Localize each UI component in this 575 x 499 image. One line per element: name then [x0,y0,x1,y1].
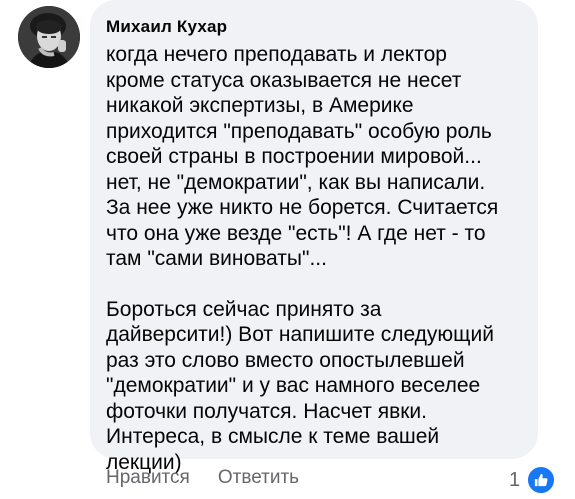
comment-author[interactable]: Михаил Кухар [106,16,522,38]
reaction-count: 1 [509,468,521,491]
comment: Михаил Кухар когда нечего преподавать и … [0,0,575,499]
comment-paragraph: Бороться сейчас принято за дайверсити!) … [106,297,494,474]
comment-paragraph: когда нечего преподавать и лектор кроме … [106,43,499,270]
reply-button[interactable]: Ответить [218,467,299,489]
avatar-image [18,6,80,68]
like-button[interactable]: Нравится [106,467,190,489]
avatar[interactable] [18,6,80,68]
comment-bubble: Михаил Кухар когда нечего преподавать и … [90,0,538,474]
comment-actions: Нравится Ответить [106,467,299,489]
reaction-summary[interactable]: 1 [509,465,557,495]
thumbs-up-icon [526,465,557,495]
